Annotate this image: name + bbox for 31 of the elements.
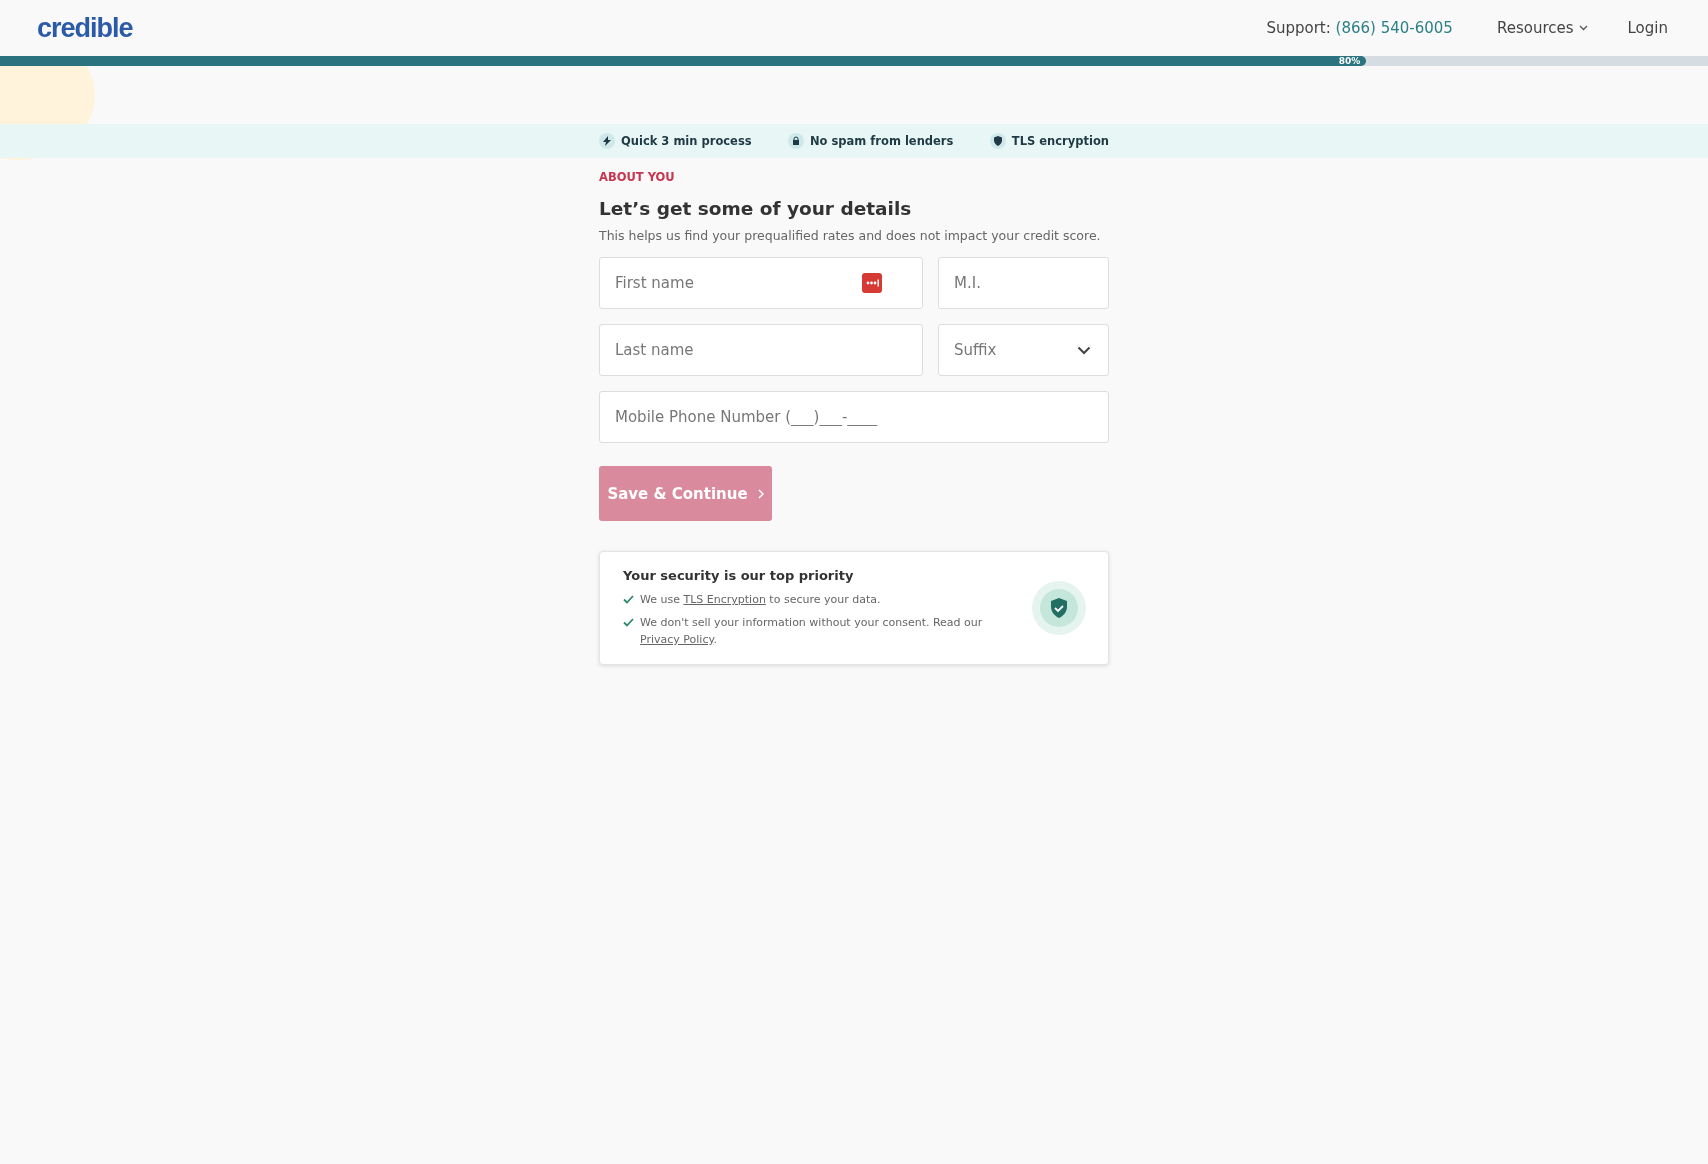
section-eyebrow: ABOUT YOU	[599, 170, 676, 184]
chevron-right-icon	[757, 488, 764, 499]
trust-text: Quick 3 min process	[621, 134, 752, 148]
input-field[interactable]: Last name	[599, 324, 923, 376]
input-field[interactable]: M.I.	[938, 257, 1109, 309]
login-link[interactable]: Login	[1627, 19, 1668, 37]
trust-text: No spam from lenders	[810, 134, 954, 148]
support-phone-link[interactable]: (866) 540-6005	[1335, 19, 1453, 37]
security-title: Your security is our top priority	[623, 568, 855, 583]
policy-link[interactable]: TLS Encryption	[683, 593, 766, 606]
chevron-down-icon	[1578, 25, 1588, 31]
security-text: We use TLS Encryption to secure your data.	[640, 592, 881, 608]
chevron-down-icon	[1077, 345, 1091, 355]
shield-icon	[989, 133, 1006, 149]
suffix-select[interactable]: Suffix	[938, 324, 1109, 376]
form-subtitle: This helps us find your prequalified rates and does not impact your credit score.	[599, 228, 1102, 243]
progress-percent: 80%	[1338, 56, 1362, 66]
support-text: Support: (866) 540-6005	[1266, 19, 1453, 37]
check-icon	[623, 595, 634, 604]
check-icon	[623, 618, 634, 627]
security-text: We don't sell your information without your consent. Read our Privacy Policy.	[640, 615, 984, 648]
trust-text: TLS encryption	[1011, 134, 1109, 148]
shield-check-icon	[1032, 581, 1086, 635]
lock-icon	[788, 133, 804, 149]
input-field[interactable]: First name	[599, 257, 923, 309]
resources-menu[interactable]: Resources	[1496, 19, 1588, 37]
lightning-icon	[599, 133, 615, 149]
form-title: Let’s get some of your details	[599, 198, 913, 219]
credible-logo[interactable]: credible	[37, 12, 133, 44]
input-field[interactable]: Mobile Phone Number (___)___-____	[599, 391, 1109, 443]
password-manager-icon[interactable]	[862, 273, 882, 293]
